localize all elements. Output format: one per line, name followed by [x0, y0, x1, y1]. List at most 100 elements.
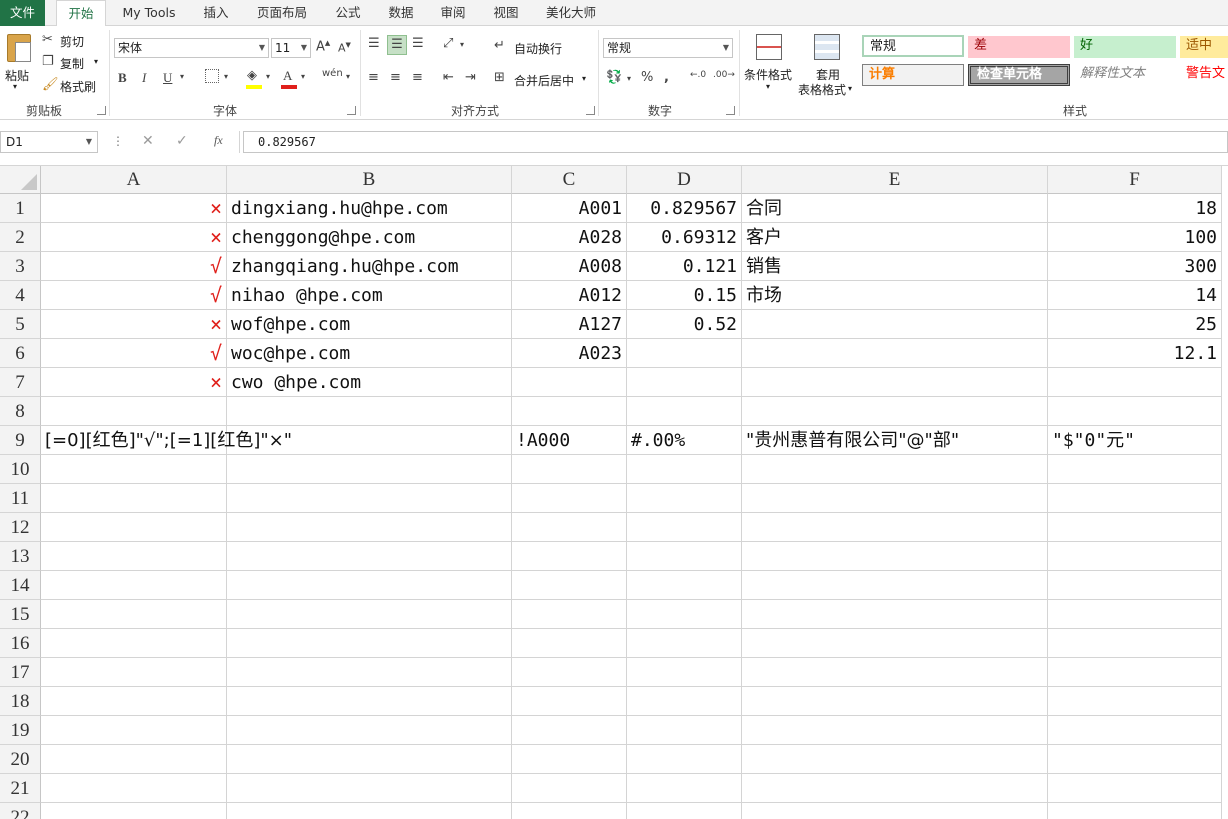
cell-E19[interactable] — [742, 716, 1048, 745]
alignment-launcher-icon[interactable] — [586, 106, 595, 115]
cell-E10[interactable] — [742, 455, 1048, 484]
cell-D16[interactable] — [627, 629, 742, 658]
cell-A20[interactable] — [41, 745, 227, 774]
cell-E16[interactable] — [742, 629, 1048, 658]
row-header-11[interactable]: 11 — [0, 484, 41, 513]
row-header-19[interactable]: 19 — [0, 716, 41, 745]
cell-D20[interactable] — [627, 745, 742, 774]
align-left-icon[interactable]: ≡ — [368, 70, 379, 85]
style-normal[interactable]: 常规 — [862, 35, 964, 57]
tab-file[interactable]: 文件 — [0, 0, 45, 26]
cell-E17[interactable] — [742, 658, 1048, 687]
style-neutral[interactable]: 适中 — [1180, 36, 1228, 58]
cell-F11[interactable] — [1048, 484, 1222, 513]
increase-decimal-icon[interactable]: ←.0 — [690, 70, 706, 80]
column-header-C[interactable]: C — [512, 166, 627, 194]
cell-F16[interactable] — [1048, 629, 1222, 658]
cell-F21[interactable] — [1048, 774, 1222, 803]
cell-B17[interactable] — [227, 658, 512, 687]
cell-A22[interactable] — [41, 803, 227, 819]
cell-A8[interactable] — [41, 397, 227, 426]
cell-C2[interactable]: A028 — [512, 223, 627, 252]
cell-E12[interactable] — [742, 513, 1048, 542]
cell-A12[interactable] — [41, 513, 227, 542]
cell-E20[interactable] — [742, 745, 1048, 774]
cell-C6[interactable]: A023 — [512, 339, 627, 368]
cell-F19[interactable] — [1048, 716, 1222, 745]
cell-D4[interactable]: 0.15 — [627, 281, 742, 310]
chevron-down-icon[interactable]: ▾ — [460, 40, 464, 49]
cell-F12[interactable] — [1048, 513, 1222, 542]
tab-view[interactable]: 视图 — [486, 0, 526, 26]
cell-C17[interactable] — [512, 658, 627, 687]
conditional-format-button[interactable]: 条件格式 ▾ — [744, 32, 794, 96]
decrease-decimal-icon[interactable]: .00→ — [713, 70, 735, 80]
cell-B13[interactable] — [227, 542, 512, 571]
cell-B21[interactable] — [227, 774, 512, 803]
cell-E9[interactable]: "贵州惠普有限公司"@"部" — [742, 426, 1048, 455]
cell-D15[interactable] — [627, 600, 742, 629]
tab-home[interactable]: 开始 — [56, 0, 106, 27]
style-warning[interactable]: 警告文 — [1180, 64, 1228, 86]
enter-icon[interactable]: ✓ — [176, 133, 188, 149]
style-bad[interactable]: 差 — [968, 36, 1070, 58]
cell-E8[interactable] — [742, 397, 1048, 426]
copy-button[interactable]: ❐ 复制 ▾ — [42, 54, 104, 72]
cell-E11[interactable] — [742, 484, 1048, 513]
increase-indent-icon[interactable]: ⇥ — [465, 70, 476, 85]
cell-A16[interactable] — [41, 629, 227, 658]
cell-F14[interactable] — [1048, 571, 1222, 600]
cell-E4[interactable]: 市场 — [742, 281, 1048, 310]
chevron-down-icon[interactable]: ▾ — [627, 74, 631, 83]
style-good[interactable]: 好 — [1074, 36, 1176, 58]
cell-F22[interactable] — [1048, 803, 1222, 819]
cell-B18[interactable] — [227, 687, 512, 716]
cell-B11[interactable] — [227, 484, 512, 513]
cell-F13[interactable] — [1048, 542, 1222, 571]
cell-F9[interactable]: "$"0"元" — [1048, 426, 1222, 455]
bold-button[interactable]: B — [118, 70, 127, 86]
cell-D3[interactable]: 0.121 — [627, 252, 742, 281]
currency-icon[interactable]: 💱 — [606, 70, 622, 85]
cell-E6[interactable] — [742, 339, 1048, 368]
cell-B6[interactable]: woc@hpe.com — [227, 339, 512, 368]
cell-D10[interactable] — [627, 455, 742, 484]
cell-A3[interactable]: √ — [41, 252, 227, 281]
cell-C1[interactable]: A001 — [512, 194, 627, 223]
merge-center-button[interactable]: ⊞ 合并后居中 ▾ — [494, 70, 594, 88]
cell-D13[interactable] — [627, 542, 742, 571]
name-box[interactable]: D1 ▼ — [0, 131, 98, 153]
orientation-icon[interactable]: ⤢ — [443, 36, 453, 51]
row-header-22[interactable]: 22 — [0, 803, 41, 819]
cell-C5[interactable]: A127 — [512, 310, 627, 339]
cell-A15[interactable] — [41, 600, 227, 629]
cell-E22[interactable] — [742, 803, 1048, 819]
cell-A10[interactable] — [41, 455, 227, 484]
underline-button[interactable]: U — [163, 70, 172, 86]
row-header-12[interactable]: 12 — [0, 513, 41, 542]
row-header-2[interactable]: 2 — [0, 223, 41, 252]
cell-B14[interactable] — [227, 571, 512, 600]
cell-E15[interactable] — [742, 600, 1048, 629]
cell-C9[interactable]: !A000 — [512, 426, 627, 455]
cell-C13[interactable] — [512, 542, 627, 571]
cell-B15[interactable] — [227, 600, 512, 629]
cell-F20[interactable] — [1048, 745, 1222, 774]
row-header-1[interactable]: 1 — [0, 194, 41, 223]
row-header-14[interactable]: 14 — [0, 571, 41, 600]
cell-E13[interactable] — [742, 542, 1048, 571]
chevron-down-icon[interactable]: ▾ — [180, 72, 184, 81]
insert-function-icon[interactable]: fx — [214, 133, 223, 148]
font-launcher-icon[interactable] — [347, 106, 356, 115]
row-header-10[interactable]: 10 — [0, 455, 41, 484]
cell-C4[interactable]: A012 — [512, 281, 627, 310]
font-size-select[interactable]: 11 ▼ — [271, 38, 311, 58]
tab-formulas[interactable]: 公式 — [328, 0, 368, 26]
cell-A2[interactable]: × — [41, 223, 227, 252]
cell-B4[interactable]: nihao @hpe.com — [227, 281, 512, 310]
column-header-B[interactable]: B — [227, 166, 512, 194]
column-header-D[interactable]: D — [627, 166, 742, 194]
fill-color-icon[interactable]: ◈ — [247, 68, 257, 83]
align-top-icon[interactable]: ☰ — [368, 36, 380, 51]
row-header-18[interactable]: 18 — [0, 687, 41, 716]
